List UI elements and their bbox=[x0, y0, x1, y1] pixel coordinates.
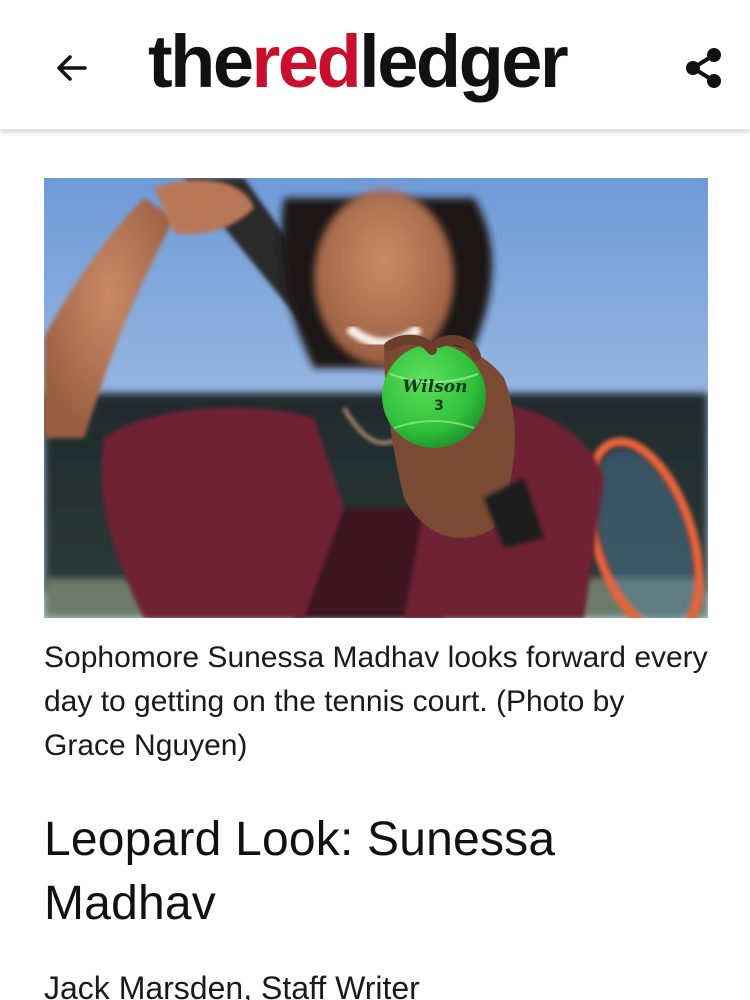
back-button[interactable] bbox=[40, 36, 104, 100]
article-byline[interactable]: Jack Marsden, Staff Writer bbox=[44, 966, 708, 1000]
ball-number-text: 3 bbox=[434, 398, 444, 414]
hero-photo[interactable]: Wilson 3 bbox=[44, 178, 708, 618]
photo-caption: Sophomore Sunessa Madhav looks forward e… bbox=[44, 641, 708, 762]
ball-brand-text: Wilson bbox=[403, 377, 468, 397]
masthead-part-ledger: ledger bbox=[359, 20, 569, 103]
tennis-player-photo: Wilson 3 bbox=[44, 178, 708, 618]
share-icon bbox=[686, 48, 721, 88]
arrow-left-icon bbox=[57, 55, 87, 81]
article-headline: Leopard Look: Sunessa Madhav bbox=[44, 813, 556, 930]
app-header: theredledger bbox=[0, 0, 750, 130]
share-button[interactable] bbox=[672, 36, 736, 100]
masthead-part-the: the bbox=[148, 20, 254, 103]
masthead-part-red: red bbox=[251, 20, 362, 103]
masthead-logo[interactable]: theredledger bbox=[148, 12, 618, 112]
